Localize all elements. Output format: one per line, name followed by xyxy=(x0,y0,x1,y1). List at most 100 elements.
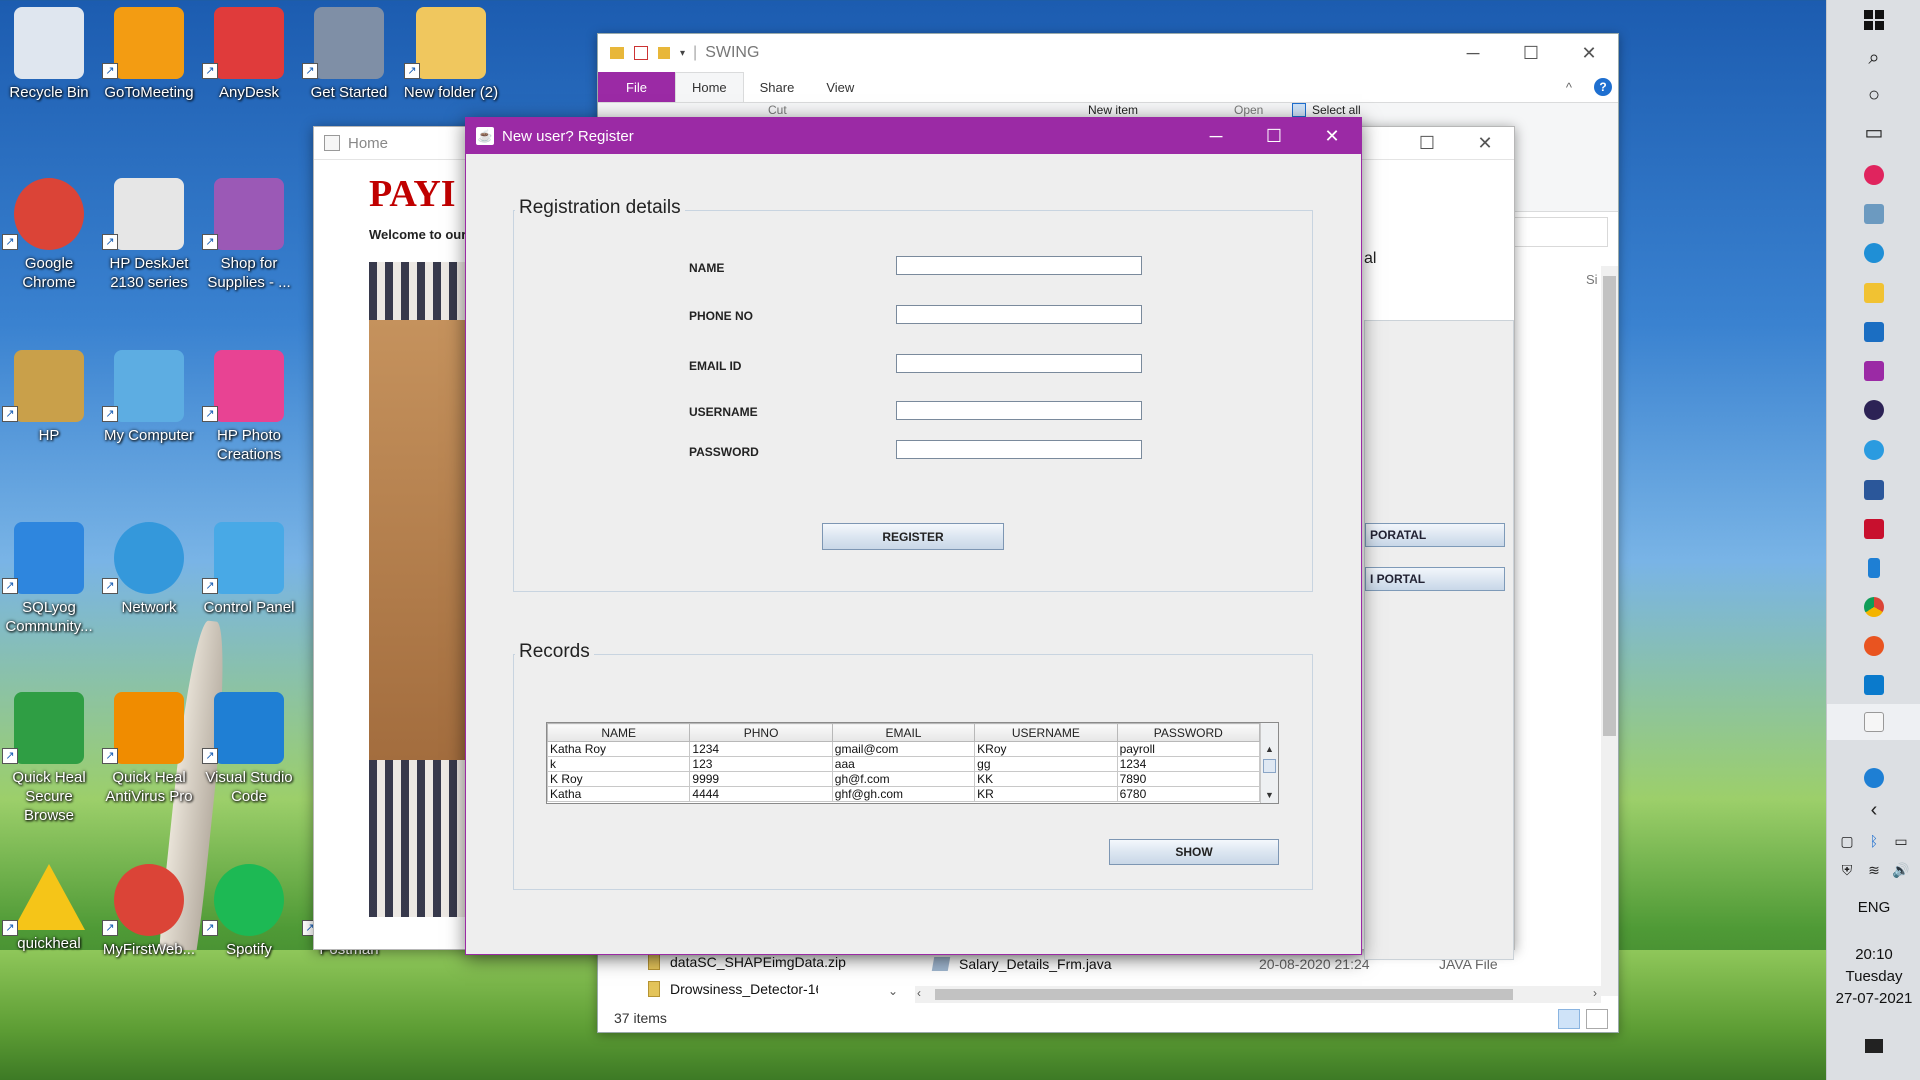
maximize-button[interactable]: ☐ xyxy=(1398,127,1456,160)
table-cell[interactable]: payroll xyxy=(1116,741,1261,757)
battery-icon[interactable]: ▭ xyxy=(1887,827,1915,855)
portal-button-2[interactable]: I PORTAL xyxy=(1365,567,1505,591)
password-field[interactable] xyxy=(896,440,1142,459)
table-cell[interactable]: 9999 xyxy=(689,771,833,787)
close-button[interactable]: ✕ xyxy=(1303,118,1361,154)
java-icon[interactable] xyxy=(1860,708,1888,736)
acrobat-icon[interactable] xyxy=(1860,515,1888,543)
scrollbar-thumb[interactable] xyxy=(1603,276,1616,736)
file-list-scrollbar[interactable] xyxy=(1601,266,1618,996)
desktop-icon[interactable]: ↗ HP Photo Creations xyxy=(200,350,298,464)
minimize-button[interactable]: ─ xyxy=(1187,118,1245,154)
table-row[interactable]: Katha 4444 ghf@gh.com KR 6780 xyxy=(546,786,1261,802)
desktop-icon[interactable]: ↗ Quick Heal Secure Browse xyxy=(0,692,98,825)
dialog-titlebar[interactable]: ☕ New user? Register ─ ☐ ✕ xyxy=(466,118,1361,154)
email-field[interactable] xyxy=(896,354,1142,373)
table-cell[interactable]: 7890 xyxy=(1116,771,1261,787)
volume-icon[interactable]: 🔊 xyxy=(1887,856,1915,884)
column-header[interactable]: PHNO xyxy=(689,723,833,742)
table-row[interactable]: k 123 aaa gg 1234 xyxy=(546,756,1261,772)
app-purple-icon[interactable] xyxy=(1860,357,1888,385)
close-button[interactable]: ✕ xyxy=(1560,34,1618,72)
records-table[interactable]: NAME PHNO EMAIL USERNAME PASSWORD Katha Roy 1… xyxy=(546,722,1279,804)
desktop-icon[interactable]: ↗ AnyDesk xyxy=(200,7,298,102)
task-view-icon[interactable]: ▭ xyxy=(1860,118,1888,146)
horizontal-scrollbar[interactable]: ‹ › xyxy=(915,986,1601,1003)
column-header[interactable]: PASSWORD xyxy=(1116,723,1261,742)
table-cell[interactable]: ghf@gh.com xyxy=(831,786,976,802)
table-cell[interactable]: KK xyxy=(974,771,1118,787)
table-cell[interactable]: gg xyxy=(974,756,1118,772)
word-icon[interactable] xyxy=(1860,476,1888,504)
chevron-left-icon[interactable]: ‹ xyxy=(1860,796,1888,824)
maximize-button[interactable]: ☐ xyxy=(1502,34,1560,72)
list-item[interactable]: Drowsiness_Detector-161217734 xyxy=(648,981,818,997)
chevron-down-icon[interactable]: ⌄ xyxy=(888,984,898,998)
table-cell[interactable]: KRoy xyxy=(974,741,1118,757)
desktop-icon[interactable]: ↗ HP DeskJet 2130 series xyxy=(100,178,198,292)
scrollbar-thumb[interactable] xyxy=(1263,759,1276,773)
table-cell[interactable]: KR xyxy=(974,786,1118,802)
column-header[interactable]: USERNAME xyxy=(974,723,1118,742)
ubuntu-icon[interactable] xyxy=(1860,632,1888,660)
file-explorer-icon[interactable] xyxy=(1860,279,1888,307)
scroll-right-icon[interactable]: › xyxy=(1593,986,1597,1000)
close-button[interactable]: ✕ xyxy=(1456,127,1514,160)
desktop-icon[interactable]: ↗ New folder (2) xyxy=(402,7,500,102)
desktop-icon[interactable]: ↗ MyFirstWeb... xyxy=(100,864,198,959)
desktop-icon[interactable]: ↗ Shop for Supplies - ... xyxy=(200,178,298,292)
defender-icon[interactable]: ⛨ xyxy=(1833,856,1861,884)
dropdown-icon[interactable]: ▾ xyxy=(680,48,685,59)
list-item[interactable]: dataSC_SHAPEimgData.zip xyxy=(648,954,846,970)
table-cell[interactable]: 6780 xyxy=(1116,786,1261,802)
bluetooth-icon[interactable]: ᛒ xyxy=(1860,827,1888,855)
details-view-icon[interactable] xyxy=(1558,1009,1580,1029)
desktop-icon[interactable]: ↗ Network xyxy=(100,522,198,617)
table-row[interactable]: Katha Roy 1234 gmail@com KRoy payroll xyxy=(546,741,1261,757)
minimize-button[interactable]: ─ xyxy=(1444,34,1502,72)
help-icon[interactable]: ? xyxy=(1588,72,1618,102)
maximize-button[interactable]: ☐ xyxy=(1245,118,1303,154)
username-field[interactable] xyxy=(896,401,1142,420)
scroll-down-icon[interactable]: ▼ xyxy=(1261,787,1278,803)
recorder-icon[interactable] xyxy=(1860,161,1888,189)
desktop-icon[interactable]: ↗ quickheal xyxy=(0,864,98,953)
table-cell[interactable]: K Roy xyxy=(546,771,691,787)
scrollbar-thumb[interactable] xyxy=(935,989,1513,1000)
phone-icon[interactable] xyxy=(1860,554,1888,582)
clock-date[interactable]: 27-07-2021 xyxy=(1827,990,1920,1007)
column-header[interactable]: EMAIL xyxy=(831,723,976,742)
desktop-icon[interactable]: Recycle Bin xyxy=(0,7,98,102)
desktop-icon[interactable]: ↗ SQLyog Community... xyxy=(0,522,98,636)
register-button[interactable]: REGISTER xyxy=(822,523,1004,550)
column-header-size[interactable]: Si xyxy=(1586,272,1598,287)
large-icons-view-icon[interactable] xyxy=(1586,1009,1608,1029)
desktop-icon[interactable]: ↗ My Computer xyxy=(100,350,198,445)
windows-start-icon[interactable] xyxy=(1860,6,1888,34)
folder-icon[interactable] xyxy=(658,47,670,59)
show-button[interactable]: SHOW xyxy=(1109,839,1279,865)
table-cell[interactable]: aaa xyxy=(831,756,976,772)
table-cell[interactable]: Katha xyxy=(546,786,691,802)
wifi-icon[interactable]: ≋ xyxy=(1860,856,1888,884)
desktop-icon[interactable]: ↗ GoToMeeting xyxy=(100,7,198,102)
table-row[interactable]: K Roy 9999 gh@f.com KK 7890 xyxy=(546,771,1261,787)
table-cell[interactable]: Katha Roy xyxy=(546,741,691,757)
table-cell[interactable]: gh@f.com xyxy=(831,771,976,787)
desktop-icon[interactable]: ↗ Visual Studio Code xyxy=(200,692,298,806)
search-icon[interactable]: ⌕ xyxy=(1860,44,1888,72)
table-cell[interactable]: 4444 xyxy=(689,786,833,802)
mail-icon[interactable] xyxy=(1860,318,1888,346)
table-cell[interactable]: 1234 xyxy=(1116,756,1261,772)
desktop-icon[interactable]: ↗ Get Started xyxy=(300,7,398,102)
collapse-ribbon-icon[interactable]: ^ xyxy=(1550,72,1588,102)
chrome-icon[interactable] xyxy=(1860,593,1888,621)
desktop-icon[interactable]: ↗ Quick Heal AntiVirus Pro xyxy=(100,692,198,806)
table-cell[interactable]: 123 xyxy=(689,756,833,772)
table-cell[interactable]: 1234 xyxy=(689,741,833,757)
vscode-icon[interactable] xyxy=(1860,671,1888,699)
tab-view[interactable]: View xyxy=(810,72,870,102)
table-cell[interactable]: k xyxy=(546,756,691,772)
clock-time[interactable]: 20:10 xyxy=(1827,946,1920,963)
tab-file[interactable]: File xyxy=(598,72,675,102)
